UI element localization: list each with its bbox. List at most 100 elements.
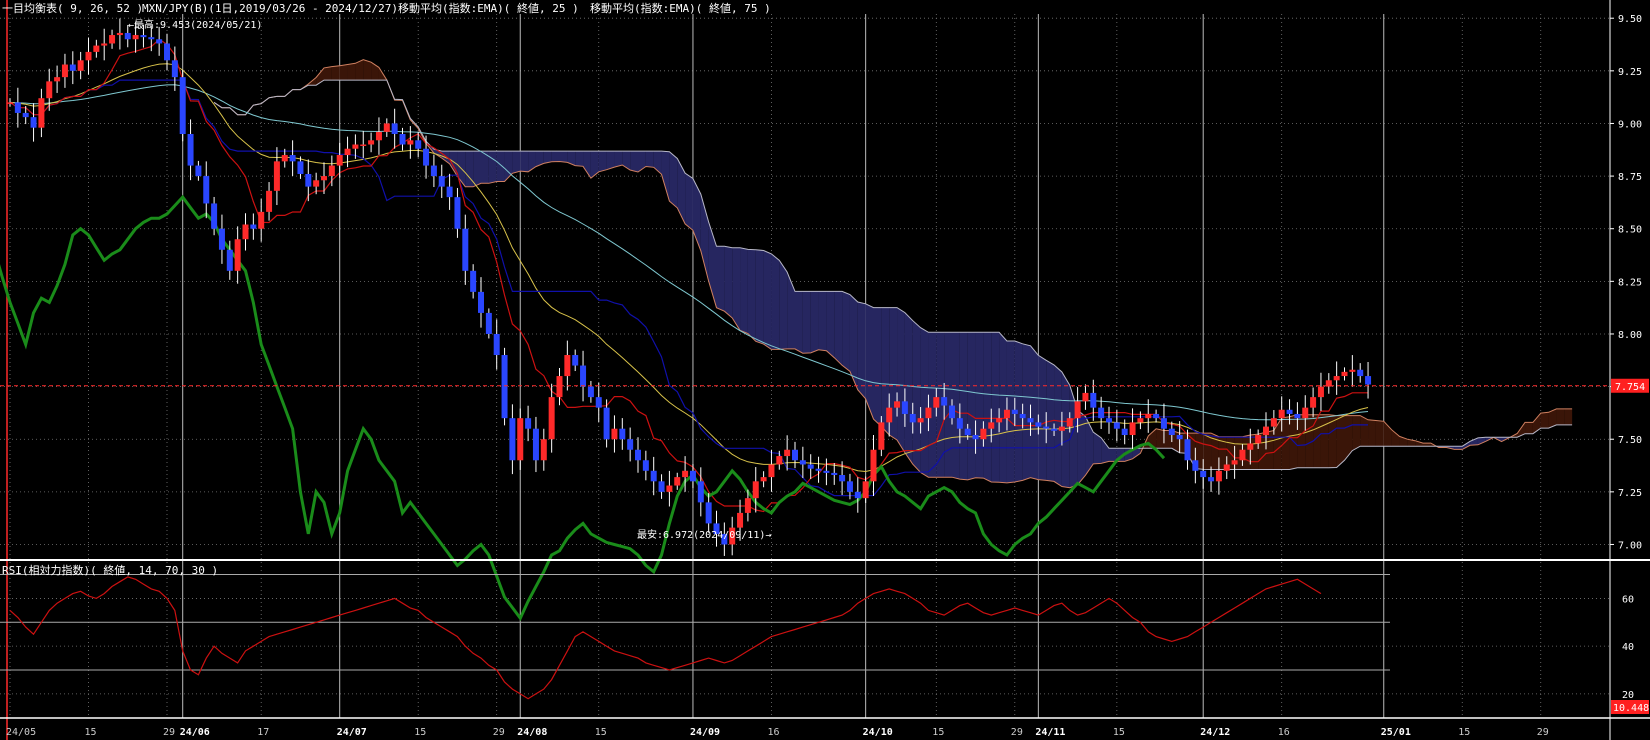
candle-body (1302, 407, 1309, 419)
cloud-segment (1054, 364, 1062, 487)
candle-body (595, 397, 602, 408)
candle-body (328, 165, 335, 177)
candle-body (682, 470, 689, 478)
candle-body (807, 464, 814, 469)
candle-body (525, 418, 532, 429)
cloud-segment (842, 291, 850, 372)
cloud-segment (473, 151, 481, 187)
candle-body (61, 64, 68, 78)
candle-body (917, 418, 924, 423)
candle-body (658, 481, 665, 492)
candle-body (1106, 418, 1112, 423)
candle-body (46, 81, 53, 99)
candle-body (1357, 369, 1364, 377)
rsi-tick-label: 60 (1622, 594, 1634, 605)
candle-body (1027, 418, 1034, 423)
candle-body (815, 468, 822, 471)
cloud-segment (520, 151, 529, 172)
candle-body (454, 197, 461, 229)
cloud-segment (747, 249, 756, 342)
candle-body (988, 422, 995, 429)
candle-body (1145, 413, 1152, 419)
price-tick-label: 7.50 (1618, 435, 1642, 446)
candle-body (266, 190, 273, 212)
price-tick-label: 7.25 (1618, 488, 1642, 499)
candle-body (124, 32, 131, 40)
time-tick-label: 24/05 (6, 727, 36, 738)
candle-body (38, 98, 45, 128)
candle-body (242, 224, 249, 240)
candle-body (580, 365, 587, 387)
candle-body (1051, 428, 1058, 431)
candle-body (478, 291, 484, 313)
candle-body (1168, 428, 1175, 436)
candle-body (1310, 397, 1317, 408)
cloud-segment (897, 307, 905, 453)
candle-body (132, 35, 139, 40)
cloud-segment (920, 327, 929, 478)
cloud-segment (999, 332, 1007, 483)
cloud-segment (331, 65, 340, 81)
time-tick-label: 24/09 (690, 727, 720, 738)
cloud-segment (1203, 433, 1212, 470)
time-tick-label: 16 (1278, 727, 1290, 738)
cloud-segment (614, 151, 623, 168)
cloud-segment (716, 246, 725, 312)
candle-body (1129, 422, 1136, 436)
time-tick-label: 15 (932, 727, 944, 738)
chart-area[interactable]: 9.509.259.008.758.508.258.007.757.507.25… (0, 0, 1650, 740)
candle-body (352, 144, 359, 149)
candle-body (1003, 409, 1010, 419)
candle-body (1019, 413, 1026, 419)
cloud-segment (873, 307, 882, 427)
cloud-segment (496, 151, 505, 182)
candle-body (556, 376, 563, 398)
candle-body (156, 39, 163, 44)
candle-body (187, 133, 194, 166)
candle-body (752, 481, 759, 499)
candle-body (375, 131, 382, 141)
candle-body (760, 477, 767, 482)
candle-body (1066, 418, 1073, 427)
candle-body (1239, 449, 1246, 461)
time-tick-label: 15 (414, 727, 426, 738)
candle-body (768, 464, 775, 478)
candle-body (195, 165, 202, 177)
candle-body (470, 270, 477, 292)
time-tick-label: 29 (1537, 727, 1549, 738)
price-tick-label: 9.25 (1618, 67, 1642, 78)
candle-body (1247, 443, 1254, 450)
cloud-segment (645, 151, 654, 168)
cloud-segment (1156, 428, 1164, 449)
cloud-segment (1281, 416, 1290, 470)
time-tick-label: 25/01 (1381, 727, 1411, 738)
candle-body (846, 481, 853, 492)
time-tick-label: 24/10 (863, 727, 893, 738)
ema25-label: 移動平均(指数:EMA)( 終値, 25 ) (398, 1, 579, 15)
candle-body (258, 211, 265, 229)
candle-body (305, 173, 312, 187)
candle-body (972, 435, 979, 440)
candle-body (956, 418, 963, 429)
candle-body (1278, 409, 1285, 419)
candle-body (1176, 435, 1183, 440)
cloud-segment (488, 151, 497, 184)
candle-body (611, 428, 618, 440)
candle-body (737, 512, 744, 528)
candle-body (635, 449, 641, 461)
cloud-segment (339, 64, 348, 81)
cloud-segment (975, 332, 984, 479)
cloud-segment (826, 291, 835, 358)
candle-body (1333, 376, 1340, 381)
low-annotation: 最安:6.972(2024/09/11)→ (637, 528, 771, 541)
candle-body (870, 449, 877, 482)
candle-body (179, 77, 186, 134)
candle-body (1263, 426, 1269, 436)
cloud-segment (991, 332, 1000, 483)
cloud-segment (1375, 420, 1384, 447)
cloud-segment (959, 332, 968, 480)
candle-body (407, 140, 414, 145)
time-tick-label: 29 (493, 727, 505, 738)
candle-body (281, 155, 288, 162)
candle-body (368, 140, 375, 145)
